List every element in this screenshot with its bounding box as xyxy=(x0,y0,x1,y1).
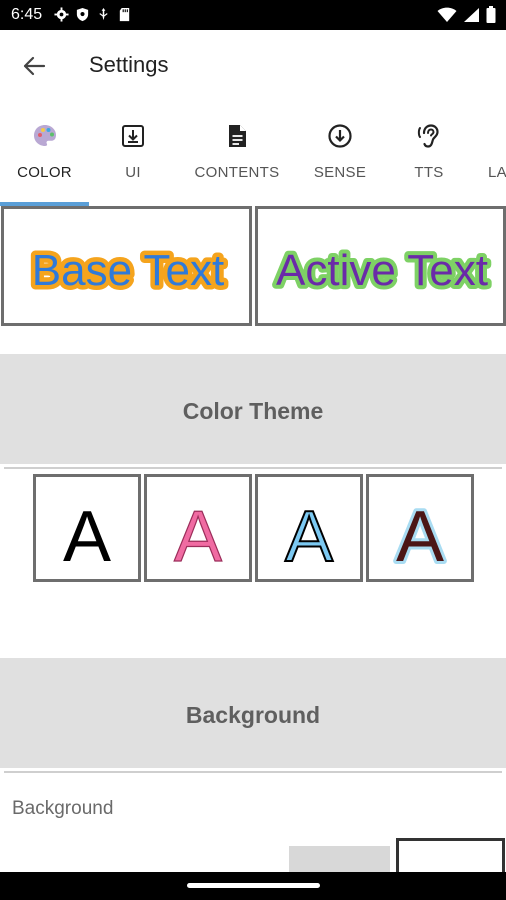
tab-ui[interactable]: UI xyxy=(89,108,177,206)
status-time: 6:45 xyxy=(11,6,43,23)
base-text-label: Base Text xyxy=(32,246,224,295)
arrow-left-icon xyxy=(23,56,46,76)
signal-icon xyxy=(463,7,480,28)
color-theme-header: Color Theme xyxy=(0,354,506,464)
section-title: Color Theme xyxy=(182,398,324,424)
divider xyxy=(4,771,502,773)
download-box-icon xyxy=(122,125,144,147)
sd-card-icon xyxy=(117,7,132,22)
theme-letter: A xyxy=(285,497,333,577)
app-bar: Settings xyxy=(0,30,506,100)
tab-label: LA xyxy=(488,164,506,181)
tab-label: CONTENTS xyxy=(194,164,280,181)
active-text-label: Active Text xyxy=(276,246,488,295)
tab-label: UI xyxy=(125,164,141,181)
home-gesture-handle[interactable] xyxy=(187,883,320,888)
theme-letter: A xyxy=(174,497,222,577)
section-title: Background xyxy=(185,702,321,728)
usb-icon xyxy=(96,7,111,22)
tab-contents[interactable]: CONTENTS xyxy=(187,108,287,206)
palette-icon xyxy=(33,125,56,146)
tab-tts[interactable]: TTS xyxy=(390,108,468,206)
tab-label: SENSE xyxy=(313,164,367,181)
tab-la[interactable]: LA xyxy=(478,108,506,206)
wifi-icon xyxy=(437,7,457,28)
tab-color[interactable]: COLOR xyxy=(0,108,89,206)
divider xyxy=(4,467,502,469)
status-bar: 6:45 xyxy=(0,0,506,30)
active-text-preview[interactable]: Active Text Active Text xyxy=(255,206,506,326)
arrow-down-circle-icon xyxy=(328,124,352,148)
theme-letter: A xyxy=(63,497,111,577)
hearing-icon xyxy=(417,124,439,148)
tab-label: COLOR xyxy=(17,164,72,181)
theme-option-pink[interactable]: A xyxy=(144,474,252,582)
back-button[interactable] xyxy=(18,50,50,82)
battery-icon xyxy=(486,6,496,28)
settings-tab-bar: COLOR UI CONTENTS SENSE TTS LA xyxy=(0,108,506,206)
tab-label: TTS xyxy=(414,164,444,181)
background-label: Background xyxy=(12,798,114,819)
page-title: Settings xyxy=(89,52,169,77)
theme-option-blue[interactable]: A xyxy=(255,474,363,582)
theme-letter: A xyxy=(396,497,444,577)
theme-option-black[interactable]: A xyxy=(33,474,141,582)
tab-sense[interactable]: SENSE xyxy=(297,108,383,206)
background-header: Background xyxy=(0,658,506,768)
base-text-preview[interactable]: Base Text Base Text xyxy=(1,206,252,326)
document-icon xyxy=(229,125,246,147)
shield-icon xyxy=(75,7,90,22)
system-nav-bar xyxy=(0,872,506,900)
gear-icon xyxy=(54,7,69,22)
theme-option-brown[interactable]: A A xyxy=(366,474,474,582)
